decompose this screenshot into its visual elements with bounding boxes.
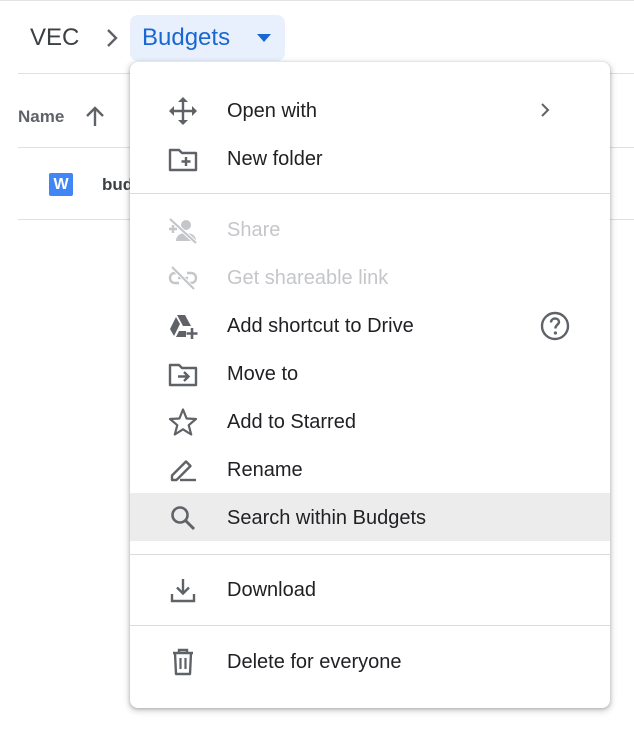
arrow-up-icon[interactable]	[84, 104, 106, 130]
menu-item-search-within[interactable]: Search within Budgets	[130, 493, 610, 541]
breadcrumb-root[interactable]: VEC	[30, 22, 79, 54]
breadcrumb-current-folder[interactable]: Budgets	[130, 15, 285, 61]
menu-label-share: Share	[227, 219, 281, 241]
menu-label-open-with: Open with	[227, 100, 318, 122]
chevron-right-icon	[541, 103, 550, 117]
file-name[interactable]: budgets	[102, 174, 132, 196]
menu-item-share[interactable]: Share	[130, 205, 610, 253]
top-border	[0, 0, 634, 1]
menu-item-rename[interactable]: Rename	[130, 445, 610, 493]
pencil-icon	[170, 460, 196, 482]
menu-item-download[interactable]: Download	[130, 565, 610, 613]
column-header-name[interactable]: Name	[18, 107, 64, 127]
trash-icon	[173, 648, 193, 676]
menu-item-open-with[interactable]: Open with	[130, 86, 610, 134]
star-outline-icon	[168, 408, 198, 436]
help-icon[interactable]	[539, 310, 571, 342]
menu-separator	[130, 625, 610, 626]
menu-label-download: Download	[227, 579, 316, 601]
menu-label-rename: Rename	[227, 459, 303, 481]
new-folder-icon	[168, 148, 198, 172]
menu-label-add-starred: Add to Starred	[227, 411, 356, 433]
menu-separator	[130, 554, 610, 555]
menu-label-add-shortcut: Add shortcut to Drive	[227, 315, 414, 337]
link-off-icon	[168, 265, 198, 291]
menu-label-delete: Delete for everyone	[227, 651, 402, 673]
drive-shortcut-icon	[170, 315, 198, 339]
drive-page: VEC Budgets Name W budgets	[0, 0, 634, 732]
word-doc-icon: W	[49, 173, 73, 196]
menu-label-move-to: Move to	[227, 363, 299, 385]
menu-label-get-link: Get shareable link	[227, 267, 389, 289]
download-icon	[170, 579, 196, 603]
menu-label-search-within: Search within Budgets	[227, 507, 427, 529]
open-with-icon	[169, 97, 197, 125]
search-icon	[171, 506, 196, 531]
chevron-right-icon	[107, 29, 118, 47]
menu-label-new-folder: New folder	[227, 148, 323, 170]
menu-item-get-link[interactable]: Get shareable link	[130, 253, 610, 301]
caret-down-icon	[257, 34, 271, 42]
menu-item-add-starred[interactable]: Add to Starred	[130, 397, 610, 445]
menu-item-new-folder[interactable]: New folder	[130, 134, 610, 182]
menu-item-add-shortcut[interactable]: Add shortcut to Drive	[130, 301, 610, 349]
breadcrumb-current-label: Budgets	[142, 24, 231, 51]
move-to-folder-icon	[168, 363, 198, 387]
context-menu: Open with New folder Share Get shareable…	[130, 62, 610, 708]
share-disabled-icon	[168, 217, 198, 244]
menu-item-move-to[interactable]: Move to	[130, 349, 610, 397]
menu-separator	[130, 193, 610, 194]
menu-item-delete[interactable]: Delete for everyone	[130, 637, 610, 685]
